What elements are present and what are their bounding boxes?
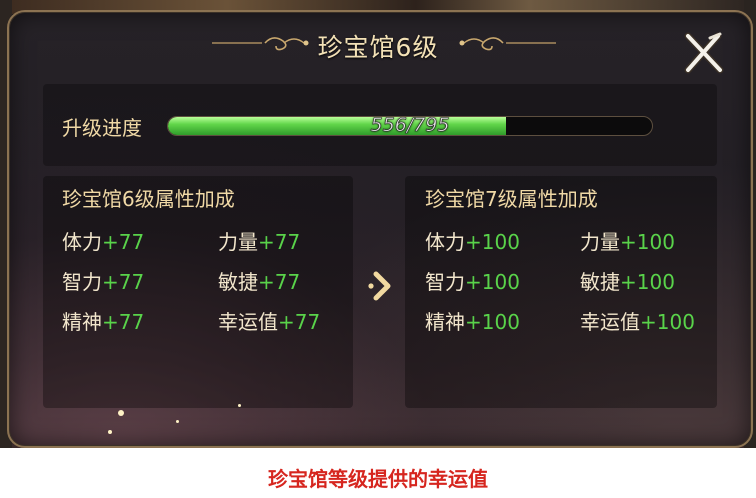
attr-name: 力量 [218,230,258,254]
sparkle-decoration [176,420,179,423]
sparkle-decoration [108,430,112,434]
attr-value: +77 [258,230,301,254]
next-attr-intelligence: 智力+100 [425,266,520,295]
next-attr-agility: 敏捷+100 [580,266,675,295]
dialog-title: 珍宝馆6级 [317,33,439,62]
attr-name: 体力 [425,230,465,254]
close-icon[interactable] [680,30,726,76]
current-attr-strength: 力量+77 [218,226,300,255]
attr-value: +77 [278,310,321,334]
attr-value: +100 [465,230,520,254]
attr-value: +77 [102,230,145,254]
attr-name: 体力 [62,230,102,254]
image-caption: 珍宝馆等级提供的幸运值 [268,467,488,491]
progress-value: 556/795 [370,116,450,136]
attr-name: 智力 [425,270,465,294]
current-attr-spirit: 精神+77 [62,306,144,335]
title-ornament-right-icon [459,37,556,51]
attr-value: +100 [620,270,675,294]
attr-value: +100 [640,310,695,334]
current-attr-agility: 敏捷+77 [218,266,300,295]
sparkle-decoration [238,404,241,407]
dialog-header: 珍宝馆6级 [0,20,756,70]
attr-name: 敏捷 [218,270,258,294]
attr-name: 幸运值 [580,310,640,334]
progress-label: 升级进度 [62,116,142,140]
next-level-title: 珍宝馆7级属性加成 [425,187,598,211]
attr-name: 幸运值 [218,310,278,334]
next-attr-spirit: 精神+100 [425,306,520,335]
attr-name: 精神 [425,310,465,334]
attr-value: +100 [620,230,675,254]
attr-value: +77 [102,270,145,294]
next-attr-stamina: 体力+100 [425,226,520,255]
current-attr-intelligence: 智力+77 [62,266,144,295]
attr-name: 敏捷 [580,270,620,294]
attr-value: +77 [258,270,301,294]
attr-name: 精神 [62,310,102,334]
progress-bar: 556/795 [167,116,653,136]
attr-name: 智力 [62,270,102,294]
attr-name: 力量 [580,230,620,254]
chevron-right-icon [368,271,391,301]
attr-value: +77 [102,310,145,334]
current-level-title: 珍宝馆6级属性加成 [62,187,235,211]
current-attr-stamina: 体力+77 [62,226,144,255]
attr-value: +100 [465,310,520,334]
sparkle-decoration [118,410,124,416]
next-attr-strength: 力量+100 [580,226,675,255]
next-attr-luck: 幸运值+100 [580,306,695,335]
attr-value: +100 [465,270,520,294]
game-screen: 珍宝馆6级 升级进度 556/795 珍宝馆6级属性加成 体力+77 力量+77… [0,0,756,448]
current-attr-luck: 幸运值+77 [218,306,320,335]
